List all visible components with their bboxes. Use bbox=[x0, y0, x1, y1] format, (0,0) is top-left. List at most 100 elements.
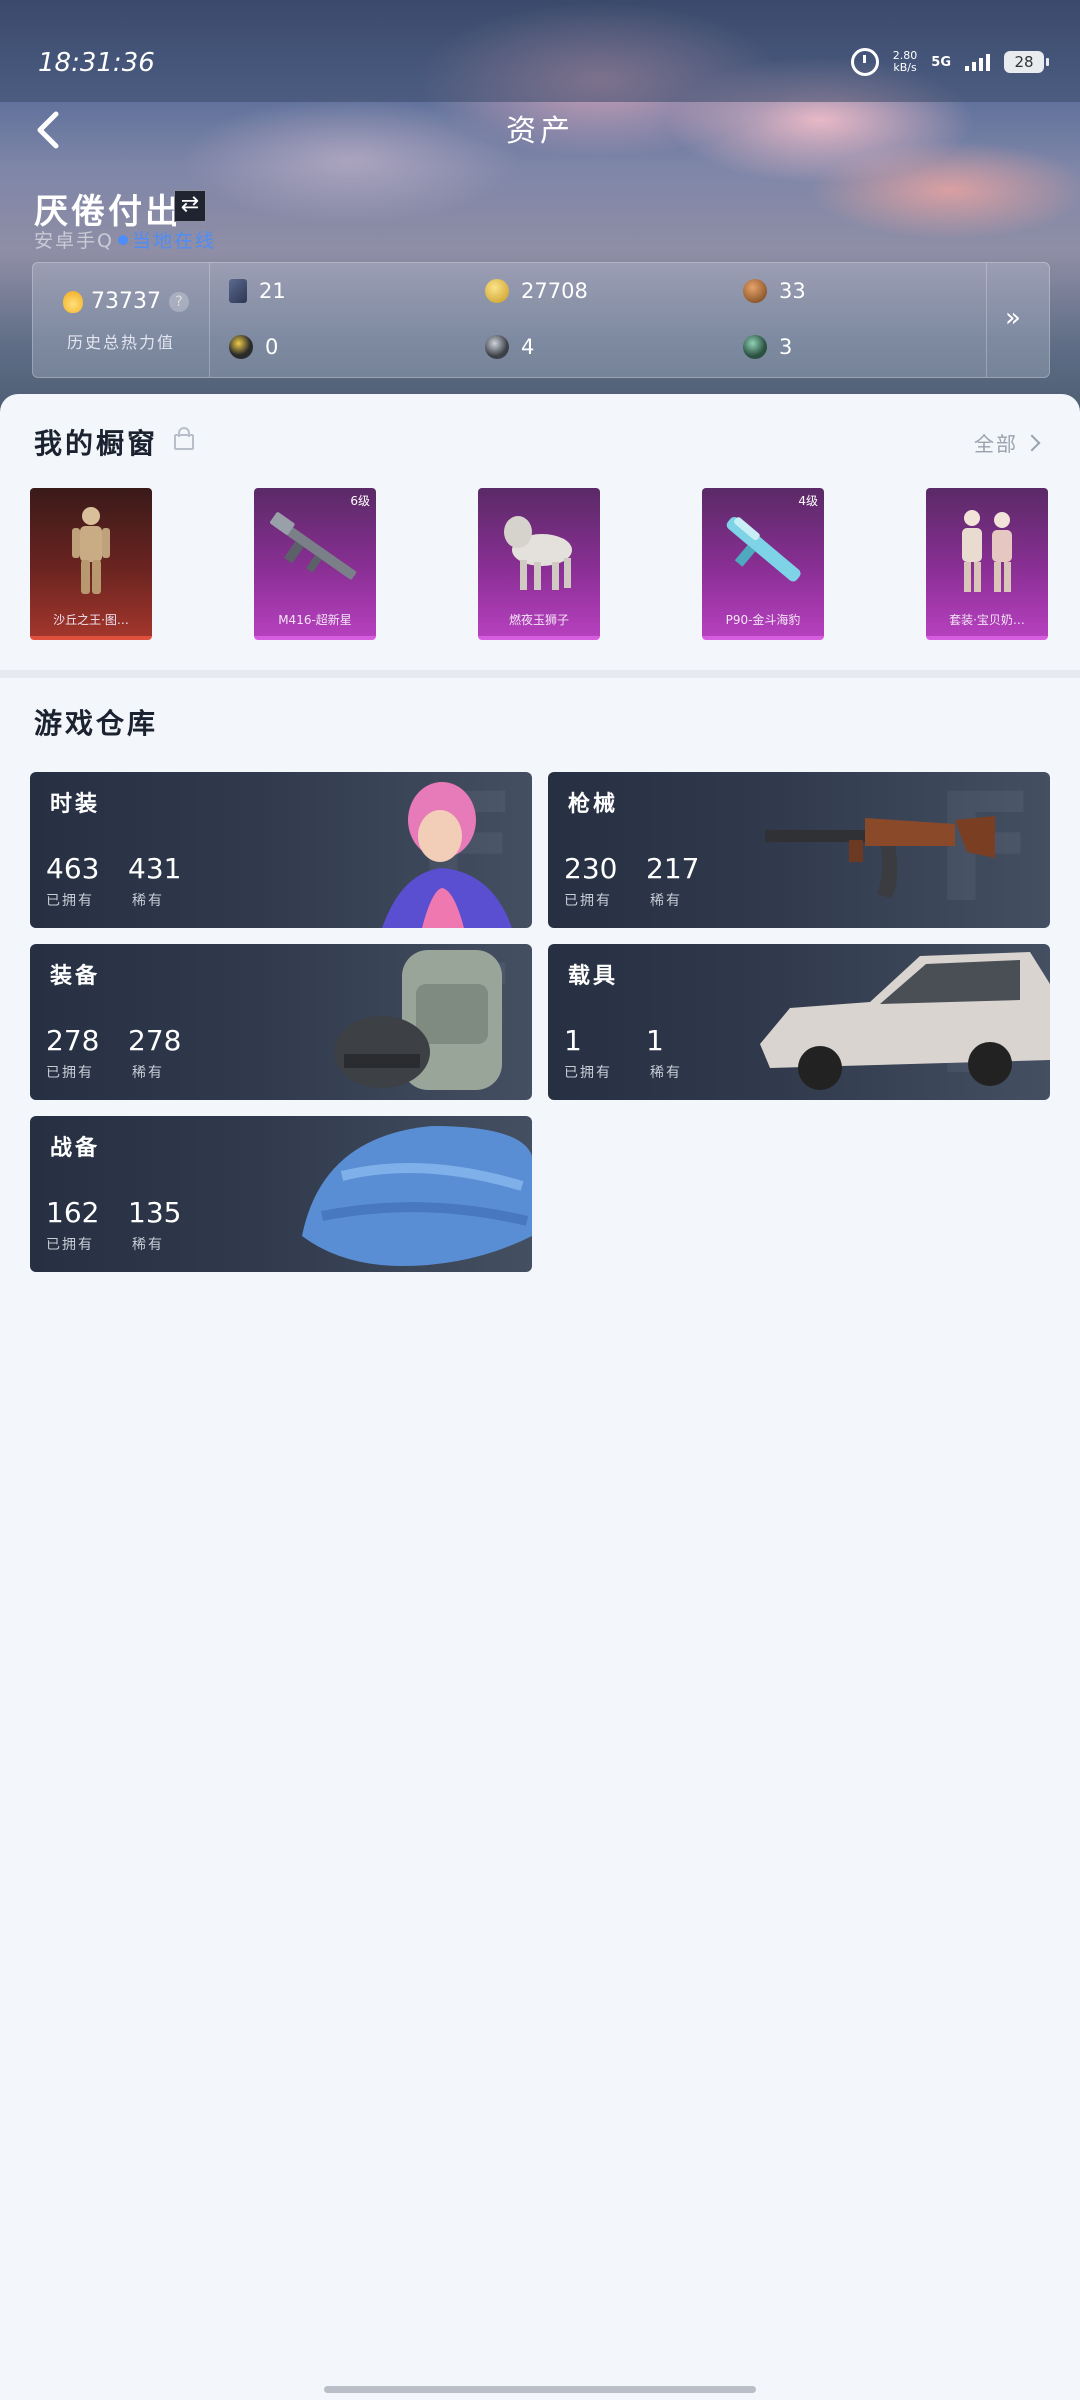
rare-label: 稀有 bbox=[650, 1065, 682, 1081]
showcase-item[interactable]: 4级 P90-金斗海豹 bbox=[702, 488, 824, 640]
car-icon bbox=[760, 952, 1050, 1090]
stat-value: 3 bbox=[779, 335, 793, 359]
power-value: 73737 bbox=[91, 289, 161, 314]
chevron-right-icon bbox=[1023, 434, 1041, 452]
home-indicator[interactable] bbox=[324, 2386, 756, 2393]
network-type: 5G bbox=[931, 54, 951, 70]
showcase-item-label: P90-金斗海豹 bbox=[725, 613, 801, 627]
lock-icon[interactable] bbox=[174, 427, 194, 450]
book-icon bbox=[229, 279, 247, 303]
rare-count: 278 bbox=[128, 1024, 182, 1057]
showcase-item[interactable]: 套装·宝贝奶… bbox=[926, 488, 1048, 640]
page-title: 资产 bbox=[506, 114, 574, 149]
green-coin-icon bbox=[743, 335, 767, 359]
stat-value: 0 bbox=[265, 335, 279, 359]
player-platform: 安卓手Q bbox=[34, 230, 114, 252]
power-block[interactable]: 73737 ? 历史总热力值 bbox=[33, 263, 210, 377]
outfit-figure-icon bbox=[72, 507, 110, 594]
rare-count: 135 bbox=[128, 1196, 182, 1229]
bronze-coin-icon bbox=[743, 279, 767, 303]
showcase-item-label: 燃夜玉狮子 bbox=[508, 613, 569, 627]
status-time: 18:31:36 bbox=[38, 48, 155, 78]
section-divider bbox=[0, 670, 1080, 678]
outfit-set-icon bbox=[962, 510, 1012, 592]
warehouse-card-weapons[interactable]: F 枪械 230 217 已拥有 稀有 bbox=[548, 772, 1050, 928]
power-value-row: 73737 ? bbox=[63, 289, 189, 314]
fashion-character-icon bbox=[382, 782, 512, 928]
stat-green-coin: 3 bbox=[743, 335, 792, 359]
content-sheet: 我的橱窗 全部 沙丘之王·图… 6级 M416-超新星 燃夜玉狮子 4级 P90… bbox=[0, 394, 1080, 2400]
online-dot-icon bbox=[117, 235, 128, 245]
owned-count: 1 bbox=[564, 1024, 582, 1057]
silver-coin-icon bbox=[485, 335, 509, 359]
parachute-icon bbox=[302, 1126, 532, 1266]
rare-label: 稀有 bbox=[650, 893, 682, 909]
status-bar: 18:31:36 2.80 kB/s 5G 28 bbox=[0, 0, 1080, 102]
flame-icon bbox=[63, 290, 83, 313]
lion-mount-icon bbox=[504, 516, 572, 590]
stat-gold-coin: 27708 bbox=[485, 279, 588, 303]
smg-icon bbox=[726, 516, 801, 582]
category-name: 载具 bbox=[568, 964, 619, 989]
owned-count: 463 bbox=[46, 852, 100, 885]
helmet-backpack-icon bbox=[334, 950, 502, 1090]
stats-more-button[interactable]: » bbox=[986, 263, 1049, 377]
category-name: 时装 bbox=[50, 792, 101, 817]
token-icon bbox=[229, 335, 253, 359]
double-chevron-right-icon: » bbox=[1005, 303, 1021, 333]
warehouse-card-supplies[interactable]: F 战备 162 135 已拥有 稀有 bbox=[30, 1116, 532, 1272]
rare-label: 稀有 bbox=[132, 1237, 164, 1253]
rare-count: 217 bbox=[646, 852, 700, 885]
stats-card: 73737 ? 历史总热力值 21 27708 33 0 4 3 » bbox=[32, 262, 1050, 378]
view-all-label: 全部 bbox=[974, 432, 1018, 456]
status-icons: 2.80 kB/s 5G 28 bbox=[850, 48, 1049, 76]
category-name: 战备 bbox=[50, 1136, 101, 1161]
showcase-item-label: 沙丘之王·图… bbox=[53, 613, 129, 627]
category-name: 装备 bbox=[50, 964, 101, 989]
showcase-row: 沙丘之王·图… 6级 M416-超新星 燃夜玉狮子 4级 P90-金斗海豹 套装… bbox=[30, 488, 1050, 640]
battery-icon: 28 bbox=[1004, 51, 1049, 73]
showcase-item-label: M416-超新星 bbox=[278, 613, 352, 627]
hero-background: 18:31:36 2.80 kB/s 5G 28 资产 厌倦付出 ⇄ 安卓手Q 当… bbox=[0, 0, 1080, 420]
rifle-icon bbox=[270, 512, 357, 580]
warehouse-card-equipment[interactable]: F 装备 278 278 已拥有 稀有 bbox=[30, 944, 532, 1100]
power-label: 历史总热力值 bbox=[66, 333, 175, 352]
category-name: 枪械 bbox=[568, 792, 619, 817]
showcase-item[interactable]: 燃夜玉狮子 bbox=[478, 488, 600, 640]
owned-label: 已拥有 bbox=[46, 1065, 94, 1081]
stat-silver-coin: 4 bbox=[485, 335, 534, 359]
view-all-link[interactable]: 全部 bbox=[974, 428, 1041, 457]
showcase-item[interactable]: 6级 M416-超新星 bbox=[254, 488, 376, 640]
swap-account-icon[interactable]: ⇄ bbox=[174, 190, 206, 222]
online-status: 当地在线 bbox=[131, 230, 216, 252]
stat-value: 21 bbox=[259, 279, 286, 303]
showcase-item[interactable]: 沙丘之王·图… bbox=[30, 488, 152, 640]
player-subtitle: 安卓手Q 当地在线 bbox=[34, 226, 216, 253]
stat-token: 0 bbox=[229, 335, 278, 359]
alarm-icon bbox=[850, 48, 879, 76]
showcase-item-label: 套装·宝贝奶… bbox=[949, 613, 1025, 627]
owned-label: 已拥有 bbox=[564, 893, 612, 909]
warehouse-card-vehicles[interactable]: F 载具 1 1 已拥有 稀有 bbox=[548, 944, 1050, 1100]
stat-value: 27708 bbox=[521, 279, 588, 303]
rifle-icon bbox=[765, 816, 995, 898]
rare-label: 稀有 bbox=[132, 1065, 164, 1081]
stat-bronze-coin: 33 bbox=[743, 279, 806, 303]
stat-value: 33 bbox=[779, 279, 806, 303]
owned-label: 已拥有 bbox=[46, 893, 94, 909]
rare-count: 1 bbox=[646, 1024, 664, 1057]
owned-count: 162 bbox=[46, 1196, 100, 1229]
net-speed: 2.80 kB/s bbox=[893, 50, 918, 74]
gold-coin-icon bbox=[485, 279, 509, 303]
rare-label: 稀有 bbox=[132, 893, 164, 909]
showcase-title: 我的橱窗 bbox=[34, 427, 159, 460]
owned-count: 230 bbox=[564, 852, 618, 885]
owned-label: 已拥有 bbox=[564, 1065, 612, 1081]
warehouse-card-fashion[interactable]: F 时装 463 431 已拥有 稀有 bbox=[30, 772, 532, 928]
owned-count: 278 bbox=[46, 1024, 100, 1057]
stat-book: 21 bbox=[229, 279, 286, 303]
net-speed-unit: kB/s bbox=[893, 61, 917, 74]
owned-label: 已拥有 bbox=[46, 1237, 94, 1253]
help-icon[interactable]: ? bbox=[169, 291, 189, 312]
warehouse-title: 游戏仓库 bbox=[34, 707, 159, 740]
